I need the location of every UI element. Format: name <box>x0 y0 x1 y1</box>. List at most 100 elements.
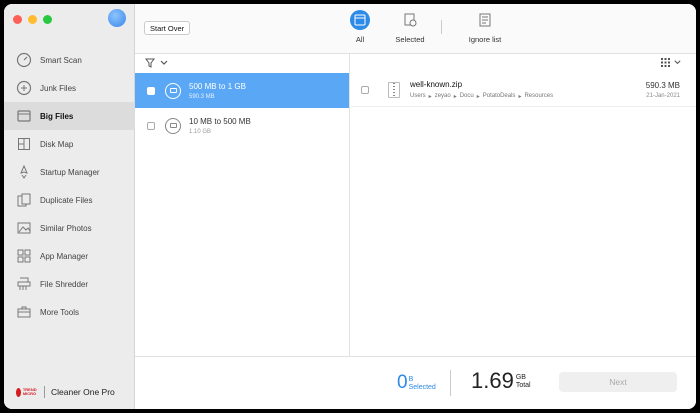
group-size: 590.3 MB <box>189 93 215 100</box>
sidebar-item-similar-photos[interactable]: Similar Photos <box>4 214 135 242</box>
startup-icon <box>16 164 32 180</box>
sidebar-item-label: More Tools <box>40 307 79 317</box>
sidebar-item-startup-manager[interactable]: Startup Manager <box>4 158 135 186</box>
group-size: 1.10 GB <box>189 128 212 135</box>
path-chevron-icon: ▸ <box>476 93 480 100</box>
path-segment: Resources <box>524 92 554 99</box>
file-path: Users ▸ zeyao ▸ Docu ▸ PotatoDeals ▸ Resourc… <box>410 93 553 100</box>
sidebar-item-more-tools[interactable]: More Tools <box>4 298 135 326</box>
file-meta: 590.3 MB 21-Jan-2021 <box>646 81 680 99</box>
chevron-down-icon <box>673 58 682 69</box>
total-size: 1.69 GB Total <box>471 370 531 392</box>
minimize-window-button[interactable] <box>28 15 37 24</box>
sidebar-item-big-files[interactable]: Big Files <box>4 102 135 130</box>
file-list: well-known.zip Users ▸ zeyao ▸ Docu ▸ Potat… <box>351 54 696 356</box>
summary-divider <box>450 370 451 396</box>
sidebar-item-label: File Shredder <box>40 279 89 289</box>
sidebar-item-label: App Manager <box>40 251 89 261</box>
all-items-icon <box>350 10 370 30</box>
big-files-icon <box>16 108 32 124</box>
total-size-label: Total <box>515 382 531 389</box>
chevron-down-icon <box>159 58 169 70</box>
gauge-icon <box>16 52 32 68</box>
view-tabs: All Selected Ignore list <box>335 10 510 44</box>
sidebar-item-label: Smart Scan <box>40 55 82 65</box>
sidebar-item-duplicate-files[interactable]: Duplicate Files <box>4 186 135 214</box>
group-title: 10 MB to 500 MB <box>189 116 251 126</box>
total-size-unit: GB <box>515 374 526 381</box>
main-area: Start Over All Selected Ignore list 500 … <box>135 4 696 409</box>
sidebar-item-label: Duplicate Files <box>40 195 93 205</box>
group-title: 500 MB to 1 GB <box>189 81 246 91</box>
selected-size-value: 0 <box>397 372 408 393</box>
sidebar: Smart Scan Junk Files Big Files Disk Map… <box>4 4 135 409</box>
file-date: 21-Jan-2021 <box>646 93 680 99</box>
path-segment: PotatoDeals <box>482 92 516 99</box>
size-group-list: 500 MB to 1 GB 590.3 MB 10 MB to 500 MB … <box>135 54 350 356</box>
sidebar-item-label: Disk Map <box>40 139 74 149</box>
file-row[interactable]: well-known.zip Users ▸ zeyao ▸ Docu ▸ Potat… <box>351 73 696 107</box>
file-name: well-known.zip <box>410 79 463 89</box>
filter-icon <box>145 58 155 70</box>
file-size: 590.3 MB <box>645 81 680 90</box>
zoom-window-button[interactable] <box>43 15 52 24</box>
group-checkbox[interactable] <box>147 121 155 130</box>
disk-map-icon <box>16 136 32 152</box>
sidebar-item-disk-map[interactable]: Disk Map <box>4 130 135 158</box>
sidebar-item-app-manager[interactable]: App Manager <box>4 242 135 270</box>
grid-view-icon <box>661 58 670 69</box>
sidebar-item-junk-files[interactable]: Junk Files <box>4 74 135 102</box>
selected-size-unit: B <box>408 376 414 383</box>
size-group-row[interactable]: 500 MB to 1 GB 590.3 MB <box>135 73 349 108</box>
brand: TREND MICRO Cleaner One Pro <box>16 385 115 399</box>
toolbox-icon <box>16 304 32 320</box>
tab-ignore-list[interactable]: Ignore list <box>460 10 510 44</box>
sidebar-item-label: Similar Photos <box>40 223 92 233</box>
group-checkbox[interactable] <box>147 86 155 95</box>
tab-selected[interactable]: Selected <box>385 10 435 44</box>
path-segment: zeyao <box>434 92 451 99</box>
sidebar-item-label: Startup Manager <box>40 167 100 177</box>
path-chevron-icon: ▸ <box>428 93 432 100</box>
path-chevron-icon: ▸ <box>453 93 457 100</box>
total-size-value: 1.69 <box>471 368 514 393</box>
junk-icon <box>16 80 32 96</box>
path-chevron-icon: ▸ <box>518 93 522 100</box>
brand-divider <box>44 386 45 398</box>
photos-icon <box>16 220 32 236</box>
path-segment: Docu <box>459 92 474 99</box>
window-controls <box>13 15 52 24</box>
sidebar-nav: Smart Scan Junk Files Big Files Disk Map… <box>4 46 135 326</box>
tab-divider <box>441 20 442 34</box>
size-group-row[interactable]: 10 MB to 500 MB 1.10 GB <box>135 108 349 143</box>
product-name: Cleaner One Pro <box>51 387 115 397</box>
tab-all[interactable]: All <box>335 10 385 44</box>
next-button[interactable]: Next <box>559 372 677 392</box>
ignore-list-icon <box>475 10 495 30</box>
top-toolbar: Start Over All Selected Ignore list <box>135 4 696 54</box>
selected-size-label: Selected <box>408 384 436 391</box>
sidebar-item-smart-scan[interactable]: Smart Scan <box>4 46 135 74</box>
sidebar-item-label: Big Files <box>40 111 74 121</box>
selected-size: 0 B Selected <box>397 373 436 392</box>
close-window-button[interactable] <box>13 15 22 24</box>
tab-label: All <box>355 35 365 44</box>
duplicate-icon <box>16 192 32 208</box>
sidebar-item-file-shredder[interactable]: File Shredder <box>4 270 135 298</box>
sidebar-item-label: Junk Files <box>40 83 77 93</box>
selected-list-icon <box>400 10 420 30</box>
summary-bar: 0 B Selected 1.69 GB Total Next <box>135 356 696 409</box>
file-checkbox[interactable] <box>361 85 369 94</box>
hard-drive-icon <box>165 117 181 134</box>
zip-file-icon <box>388 81 400 98</box>
hard-drive-icon <box>165 82 181 99</box>
shredder-icon <box>16 276 32 292</box>
path-segment: Users <box>410 92 426 99</box>
view-mode-toggle[interactable] <box>661 58 682 69</box>
app-window: Smart Scan Junk Files Big Files Disk Map… <box>4 4 696 409</box>
assistant-bubble-icon[interactable] <box>108 9 126 27</box>
tab-label: Ignore list <box>468 35 502 44</box>
app-manager-icon <box>16 248 32 264</box>
start-over-button[interactable]: Start Over <box>144 21 191 35</box>
filter-control[interactable] <box>135 54 349 73</box>
